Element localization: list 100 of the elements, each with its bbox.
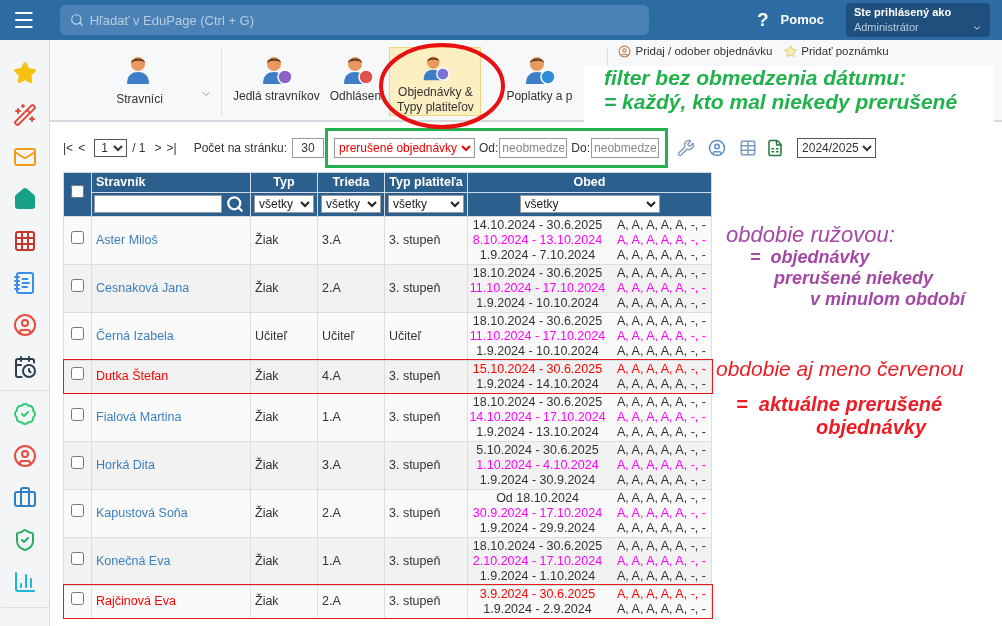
- table-cell: 3. stupeň: [384, 216, 468, 265]
- house-icon[interactable]: [12, 187, 37, 211]
- toolbar-action[interactable]: Pridať poznámku: [784, 44, 889, 58]
- toolbar-button[interactable]: Jedlá stravníkov: [228, 47, 325, 116]
- table-cell: Žiak: [250, 216, 318, 265]
- toolbar-button[interactable]: Objednávky & Typy platiteľov: [389, 47, 482, 116]
- row-checkbox[interactable]: [71, 407, 84, 421]
- table-cell: 3. stupeň: [384, 393, 468, 442]
- order-state-select[interactable]: prerušené objednávky: [334, 138, 475, 158]
- toolbar-action[interactable]: Pridaj / odober objednávku: [618, 44, 773, 58]
- user-settings-icon[interactable]: [708, 139, 727, 157]
- period-dates: 1.9.2024 - 10.10.2024: [475, 343, 600, 359]
- select-all-checkbox[interactable]: [71, 185, 84, 198]
- table-cell: Žiak: [250, 264, 318, 313]
- previous-page-link[interactable]: <: [78, 139, 86, 157]
- name-filter-field[interactable]: [94, 195, 222, 214]
- eater-name-link[interactable]: Cesnaková Jana: [96, 280, 190, 295]
- table-cell: 2.A: [317, 264, 385, 313]
- column-filter-select[interactable]: všetky: [388, 195, 464, 213]
- user-menu[interactable]: Ste prihlásený ako Administrátor: [845, 3, 990, 37]
- row-checkbox[interactable]: [71, 326, 84, 340]
- next-page-link[interactable]: >: [154, 139, 162, 157]
- row-checkbox[interactable]: [71, 592, 84, 606]
- period-dates: 1.9.2024 - 1.10.2024: [478, 568, 597, 584]
- table-cell: Žiak: [250, 489, 318, 538]
- note-icon: [784, 44, 798, 58]
- last-page-link[interactable]: >|: [166, 139, 177, 157]
- table-cell: 3. stupeň: [384, 441, 468, 490]
- table-cell: 3.A: [317, 216, 385, 265]
- meal-pattern: A, A, A, A, A, -, -: [616, 457, 707, 473]
- eater-name-link[interactable]: Kapustová Soňa: [96, 505, 188, 520]
- period-dates: 14.10.2024 - 30.6.2025: [471, 217, 604, 233]
- star-icon[interactable]: [12, 61, 37, 85]
- meal-pattern: A, A, A, A, A, -, -: [616, 280, 707, 296]
- period-dates: 1.9.2024 - 30.9.2024: [478, 472, 597, 488]
- eater-name-link[interactable]: Fialová Martina: [96, 409, 182, 424]
- table-icon[interactable]: [739, 139, 758, 157]
- meal-pattern: A, A, A, A, A, -, -: [616, 586, 707, 602]
- person-icon: [618, 44, 632, 58]
- column-filter-select[interactable]: všetky: [519, 195, 660, 213]
- row-checkbox[interactable]: [71, 367, 84, 381]
- eater-name-link[interactable]: Černá Izabela: [96, 328, 174, 343]
- per-page-label: Počet na stránku:: [193, 140, 287, 157]
- eater-name-link[interactable]: Konečná Eva: [96, 553, 171, 568]
- first-page-link[interactable]: |<: [63, 139, 74, 157]
- meal-pattern: A, A, A, A, A, -, -: [616, 376, 707, 392]
- eater-name-link[interactable]: Horká Dita: [96, 457, 156, 472]
- period-dates: 11.10.2024 - 17.10.2024: [468, 280, 607, 296]
- period-dates: 1.9.2024 - 7.10.2024: [478, 247, 597, 263]
- from-label: Od:: [479, 140, 499, 157]
- table-cell: 3. stupeň: [384, 489, 468, 538]
- period-dates: 1.10.2024 - 4.10.2024: [475, 457, 600, 473]
- tools-icon[interactable]: [677, 139, 696, 157]
- meal-pattern: A, A, A, A, A, -, -: [616, 538, 707, 554]
- per-page-field[interactable]: 30: [292, 138, 324, 158]
- excel-icon[interactable]: [766, 139, 785, 157]
- row-checkbox[interactable]: [71, 230, 84, 244]
- toolbar-button[interactable]: Stravníci: [80, 47, 215, 116]
- column-filter-select[interactable]: všetky: [254, 195, 314, 213]
- notebook-icon[interactable]: [12, 271, 37, 295]
- eater-name-link[interactable]: Aster Miloš: [96, 232, 158, 247]
- caret-icon: [972, 23, 982, 33]
- meal-pattern: A, A, A, A, A, -, -: [616, 520, 707, 536]
- magic-wand-icon[interactable]: [12, 103, 37, 127]
- period-dates: 18.10.2024 - 30.6.2025: [471, 265, 604, 281]
- search-icon[interactable]: [226, 195, 244, 214]
- row-checkbox[interactable]: [71, 551, 84, 565]
- meal-pattern: A, A, A, A, A, -, -: [616, 343, 707, 359]
- row-checkbox[interactable]: [71, 503, 84, 517]
- period-dates: 1.9.2024 - 2.9.2024: [482, 601, 593, 617]
- school-year-select[interactable]: 2024/2025: [797, 138, 877, 158]
- meal-pattern: A, A, A, A, A, -, -: [616, 568, 707, 584]
- meal-pattern: A, A, A, A, A, -, -: [616, 217, 707, 233]
- search-field[interactable]: Hľadať v EduPage (Ctrl + G): [59, 5, 649, 35]
- meal-pattern: A, A, A, A, A, -, -: [616, 265, 707, 281]
- period-dates: 18.10.2024 - 30.6.2025: [471, 394, 604, 410]
- column-header: Trieda: [317, 172, 385, 193]
- meal-pattern: A, A, A, A, A, -, -: [616, 328, 707, 344]
- user-circle-icon[interactable]: [12, 313, 37, 337]
- meal-pattern: A, A, A, A, A, -, -: [616, 361, 707, 377]
- page-select[interactable]: 1: [94, 139, 128, 157]
- period-dates: 2.10.2024 - 17.10.2024: [471, 553, 604, 569]
- period-dates: Od 18.10.2024: [495, 490, 580, 506]
- check-badge-icon[interactable]: [12, 402, 37, 426]
- user-name: Administrátor: [853, 20, 919, 34]
- page-count: / 1: [132, 140, 146, 157]
- meal-pattern: A, A, A, A, A, -, -: [616, 313, 707, 329]
- from-date-field[interactable]: neobmedze: [499, 138, 568, 158]
- calendar-grid-icon[interactable]: [12, 229, 37, 253]
- column-filter-select[interactable]: všetky: [321, 195, 381, 213]
- calendar-clock-icon[interactable]: [12, 355, 37, 379]
- help-link[interactable]: Pomoc: [780, 10, 824, 30]
- meal-pattern: A, A, A, A, A, -, -: [616, 247, 707, 263]
- briefcase-icon[interactable]: [12, 486, 37, 510]
- to-date-field[interactable]: neobmedze: [591, 138, 660, 158]
- meal-pattern: A, A, A, A, A, -, -: [616, 232, 707, 248]
- help-icon[interactable]: ?: [756, 5, 769, 35]
- row-checkbox[interactable]: [71, 278, 84, 292]
- row-checkbox[interactable]: [71, 455, 84, 469]
- toolbar-button[interactable]: Poplatky a p: [501, 47, 578, 116]
